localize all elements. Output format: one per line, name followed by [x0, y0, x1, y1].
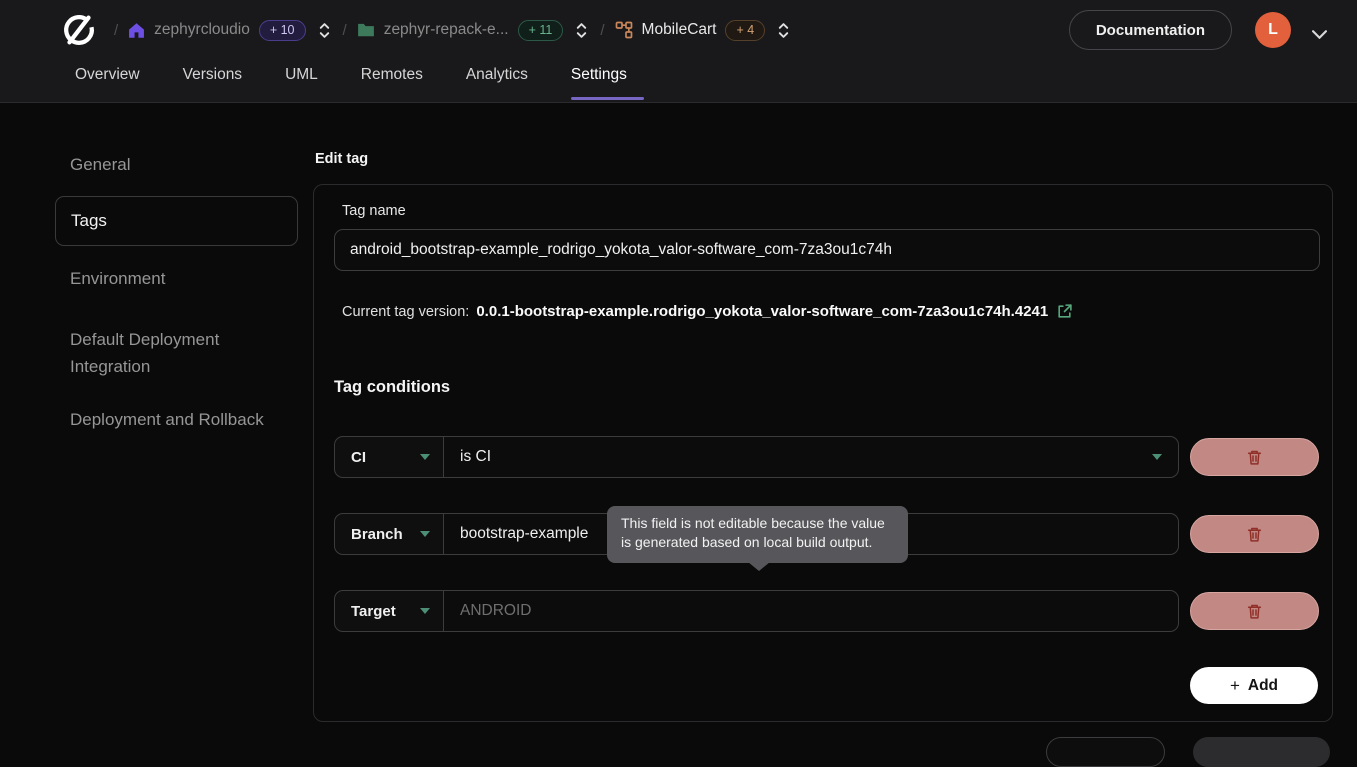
expand-up-down-icon[interactable]	[777, 22, 790, 39]
footer-secondary-button[interactable]	[1046, 737, 1165, 767]
tag-name-label: Tag name	[342, 203, 406, 219]
current-version-label: Current tag version:	[342, 304, 469, 320]
expand-up-down-icon[interactable]	[318, 22, 331, 39]
condition-field-select[interactable]: Target	[334, 590, 444, 632]
sidebar-item-general[interactable]: General	[70, 155, 130, 175]
condition-value-label: is CI	[460, 448, 491, 466]
condition-field-select[interactable]: CI	[334, 436, 444, 478]
caret-down-icon	[1152, 454, 1162, 460]
breadcrumb-separator: /	[600, 22, 604, 39]
breadcrumb-item-project[interactable]: zephyr-repack-e... + 11	[357, 20, 564, 41]
condition-value-select[interactable]: is CI	[444, 436, 1179, 478]
zephyr-logo[interactable]	[60, 11, 98, 49]
footer-primary-button[interactable]	[1193, 737, 1330, 767]
breadcrumb-separator: /	[114, 22, 118, 39]
trash-icon	[1246, 449, 1263, 466]
current-version-value: 0.0.1-bootstrap-example.rodrigo_yokota_v…	[476, 303, 1048, 320]
breadcrumb-label: zephyrcloudio	[154, 21, 250, 39]
page-title: Edit tag	[315, 151, 368, 167]
add-condition-button[interactable]: + Add	[1190, 667, 1318, 704]
target-value-input[interactable]	[460, 602, 1162, 620]
external-link-icon[interactable]	[1056, 303, 1073, 320]
count-badge: + 11	[518, 20, 564, 41]
avatar[interactable]: L	[1255, 12, 1291, 48]
tab-remotes[interactable]: Remotes	[361, 66, 423, 100]
tag-conditions-title: Tag conditions	[334, 378, 450, 397]
sidebar-item-environment[interactable]: Environment	[70, 269, 165, 289]
trash-icon	[1246, 603, 1263, 620]
plus-icon: +	[1230, 676, 1240, 696]
tab-bar: Overview Versions UML Remotes Analytics …	[75, 66, 627, 100]
expand-up-down-icon[interactable]	[575, 22, 588, 39]
tab-overview[interactable]: Overview	[75, 66, 140, 100]
caret-down-icon	[420, 608, 430, 614]
delete-condition-button[interactable]	[1190, 515, 1319, 553]
documentation-button[interactable]: Documentation	[1069, 10, 1232, 50]
breadcrumb-label: zephyr-repack-e...	[384, 21, 509, 39]
top-header: / zephyrcloudio + 10 / zephyr-repack	[0, 0, 1357, 103]
breadcrumb-item-organization[interactable]: zephyrcloudio + 10	[128, 20, 305, 41]
tab-settings[interactable]: Settings	[571, 66, 627, 100]
condition-field-label: Branch	[351, 526, 403, 543]
condition-field-label: Target	[351, 603, 396, 620]
caret-down-icon	[420, 454, 430, 460]
chevron-down-icon[interactable]	[1312, 26, 1327, 44]
folder-icon	[357, 22, 375, 38]
delete-condition-button[interactable]	[1190, 438, 1319, 476]
breadcrumb: / zephyrcloudio + 10 / zephyr-repack	[114, 20, 792, 41]
delete-condition-button[interactable]	[1190, 592, 1319, 630]
count-badge: + 4	[725, 20, 765, 41]
condition-row-ci: CI is CI	[334, 436, 1319, 478]
tooltip: This field is not editable because the v…	[607, 506, 908, 563]
breadcrumb-separator: /	[343, 22, 347, 39]
caret-down-icon	[420, 531, 430, 537]
breadcrumb-label: MobileCart	[642, 21, 717, 39]
add-button-label: Add	[1248, 677, 1278, 695]
count-badge: + 10	[259, 20, 306, 41]
header-top-row: / zephyrcloudio + 10 / zephyr-repack	[0, 0, 1357, 60]
trash-icon	[1246, 526, 1263, 543]
condition-field-label: CI	[351, 449, 366, 466]
condition-field-select[interactable]: Branch	[334, 513, 444, 555]
sidebar-item-default-deployment-integration[interactable]: Default Deployment Integration	[70, 326, 270, 380]
tab-uml[interactable]: UML	[285, 66, 318, 100]
condition-row-target: Target	[334, 590, 1319, 632]
home-icon	[128, 22, 145, 39]
edit-tag-card: Tag name Current tag version: 0.0.1-boot…	[313, 184, 1333, 722]
tab-versions[interactable]: Versions	[183, 66, 242, 100]
current-version-line: Current tag version: 0.0.1-bootstrap-exa…	[342, 303, 1073, 320]
tag-name-input[interactable]	[334, 229, 1320, 271]
sidebar-item-tags[interactable]: Tags	[55, 196, 298, 246]
condition-value-field	[444, 590, 1179, 632]
org-chart-icon	[615, 21, 633, 39]
breadcrumb-item-application[interactable]: MobileCart + 4	[615, 20, 766, 41]
sidebar-item-deployment-and-rollback[interactable]: Deployment and Rollback	[70, 410, 264, 430]
tab-analytics[interactable]: Analytics	[466, 66, 528, 100]
